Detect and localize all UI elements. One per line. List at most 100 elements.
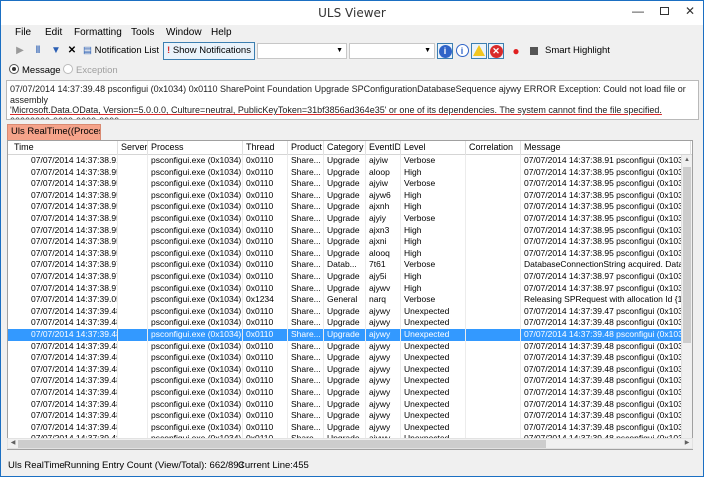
exception-radio[interactable]: Exception — [63, 64, 118, 76]
table-row-selected[interactable]: 07/07/2014 14:37:39.48 psconfigui.exe (0x… — [8, 329, 692, 341]
column-divider — [117, 155, 118, 449]
cell-product: Share... — [291, 329, 321, 339]
menu-edit[interactable]: Edit — [45, 27, 62, 38]
info-outline-button[interactable]: i — [454, 43, 470, 59]
table-row[interactable]: 07/07/2014 14:37:39.48 psconfigui.exe (0x… — [8, 306, 692, 318]
menu-tools[interactable]: Tools — [131, 27, 154, 38]
record-icon[interactable]: ● — [509, 44, 523, 58]
column-header-product[interactable]: Product — [288, 141, 324, 155]
pause-icon[interactable]: ‖ — [31, 44, 45, 58]
log-grid[interactable]: Time Server Process Thread Product Category Ev… — [7, 140, 693, 450]
column-header-level[interactable]: Level — [401, 141, 466, 155]
table-row[interactable]: 07/07/2014 14:37:38.97 psconfigui.exe (0x… — [8, 259, 692, 271]
cell-server — [118, 364, 148, 376]
close-window-button[interactable]: ✕ — [677, 1, 703, 21]
table-row[interactable]: 07/07/2014 14:37:39.48 psconfigui.exe (0x… — [8, 352, 692, 364]
table-row[interactable]: 07/07/2014 14:37:38.95 psconfigui.exe (0x… — [8, 225, 692, 237]
cell-process: psconfigui.exe (0x1034) — [151, 236, 242, 247]
column-header-server[interactable]: Server — [118, 141, 148, 155]
scroll-left-icon[interactable]: ◀ — [8, 439, 18, 448]
cell-server — [118, 306, 148, 318]
table-row[interactable]: 07/07/2014 14:37:38.95 psconfigui.exe (0x… — [8, 236, 692, 248]
cell-level: Verbose — [404, 155, 436, 165]
horizontal-scroll-thumb[interactable] — [18, 440, 546, 448]
scroll-up-icon[interactable]: ▲ — [682, 155, 692, 165]
column-header-eventid[interactable]: EventID — [366, 141, 401, 155]
warning-button[interactable] — [471, 43, 487, 59]
cell-server — [118, 271, 148, 283]
table-row[interactable]: 07/07/2014 14:37:39.48 psconfigui.exe (0x… — [8, 317, 692, 329]
message-detail-panel[interactable]: 07/07/2014 14:37:39.48 psconfigui (0x103… — [6, 80, 699, 120]
cell-category: Upgrade — [327, 387, 360, 397]
error-button[interactable]: ✕ — [488, 43, 504, 59]
menu-file[interactable]: File — [15, 27, 31, 38]
column-header-process[interactable]: Process — [148, 141, 243, 155]
cell-process: psconfigui.exe (0x1034) — [151, 363, 242, 374]
info-button[interactable]: i — [437, 43, 453, 59]
table-row[interactable]: 07/07/2014 14:37:38.95 psconfigui.exe (0x… — [8, 213, 692, 225]
cell-time: 07/07/2014 14:37:38.95 — [31, 213, 118, 223]
table-row[interactable]: 07/07/2014 14:37:38.91 psconfigui.exe (0x… — [8, 155, 692, 167]
cell-eventid: ajyiy — [369, 213, 387, 223]
table-row[interactable]: 07/07/2014 14:37:38.95 psconfigui.exe (0x… — [8, 201, 692, 213]
cell-process: psconfigui.exe (0x1034) — [151, 375, 242, 386]
column-divider — [465, 155, 466, 449]
column-header-category[interactable]: Category — [324, 141, 366, 155]
stop-icon[interactable] — [527, 44, 541, 58]
table-row[interactable]: 07/07/2014 14:37:39.48 psconfigui.exe (0x… — [8, 422, 692, 434]
cell-level: Unexpected — [404, 305, 450, 316]
vertical-scrollbar[interactable]: ▲ ▼ — [681, 155, 692, 449]
table-row[interactable]: 07/07/2014 14:37:39.48 psconfigui.exe (0x… — [8, 341, 692, 353]
table-row[interactable]: 07/07/2014 14:37:38.97 psconfigui.exe (0x… — [8, 271, 692, 283]
table-row[interactable]: 07/07/2014 14:37:39.48 psconfigui.exe (0x… — [8, 387, 692, 399]
table-row[interactable]: 07/07/2014 14:37:39.05 psconfigui.exe (0x… — [8, 294, 692, 306]
cell-time: 07/07/2014 14:37:38.95 — [31, 166, 118, 177]
show-notifications-button[interactable]: ! Show Notifications — [163, 42, 255, 60]
cell-thread: 0x0110 — [246, 213, 274, 223]
column-header-thread[interactable]: Thread — [243, 141, 288, 155]
filter-icon[interactable]: ▼ — [49, 44, 63, 58]
notification-list-button[interactable]: ▤ Notification List — [79, 42, 163, 60]
radio-empty-icon — [63, 64, 73, 74]
menu-help[interactable]: Help — [211, 27, 232, 38]
horizontal-scrollbar[interactable]: ◀ ▶ — [7, 438, 693, 449]
filter-dropdown[interactable]: ▼ — [257, 43, 347, 59]
table-row[interactable]: 07/07/2014 14:37:39.48 psconfigui.exe (0x… — [8, 410, 692, 422]
table-row[interactable]: 07/07/2014 14:37:38.95 psconfigui.exe (0x… — [8, 248, 692, 260]
menu-window[interactable]: Window — [166, 27, 202, 38]
close-icon[interactable]: ✕ — [65, 44, 79, 58]
table-row[interactable]: 07/07/2014 14:37:38.95 psconfigui.exe (0x… — [8, 167, 692, 179]
cell-time: 07/07/2014 14:37:38.97 — [31, 259, 118, 270]
table-row[interactable]: 07/07/2014 14:37:39.48 psconfigui.exe (0x… — [8, 364, 692, 376]
menu-formatting[interactable]: Formatting — [74, 27, 122, 38]
message-radio[interactable]: Message — [9, 64, 61, 76]
cell-time: 07/07/2014 14:37:39.48 — [31, 410, 118, 421]
table-row[interactable]: 07/07/2014 14:37:38.95 psconfigui.exe (0x… — [8, 190, 692, 202]
table-row[interactable]: 07/07/2014 14:37:39.48 psconfigui.exe (0x… — [8, 375, 692, 387]
column-header-correlation[interactable]: Correlation — [466, 141, 521, 155]
table-row[interactable]: 07/07/2014 14:37:38.95 psconfigui.exe (0x… — [8, 178, 692, 190]
column-header-message[interactable]: Message — [521, 141, 691, 155]
maximize-button[interactable] — [651, 1, 677, 21]
cell-server — [118, 155, 148, 167]
scroll-right-icon[interactable]: ▶ — [682, 439, 692, 448]
tab-uls-realtime[interactable]: Uls RealTime((Proces... — [7, 124, 101, 140]
table-row[interactable]: 07/07/2014 14:37:39.48 psconfigui.exe (0x… — [8, 399, 692, 411]
cell-level: High — [404, 201, 422, 212]
cell-time: 07/07/2014 14:37:38.95 — [31, 178, 118, 189]
table-row[interactable]: 07/07/2014 14:37:38.97 psconfigui.exe (0x… — [8, 283, 692, 295]
cell-correlation — [466, 410, 521, 422]
column-header-time[interactable]: Time — [11, 141, 118, 155]
cell-category: Upgrade — [327, 155, 360, 165]
warning-icon — [473, 45, 485, 56]
chevron-down-icon: ▼ — [424, 47, 431, 54]
column-divider — [400, 155, 401, 449]
play-icon[interactable]: ▶ — [13, 44, 27, 58]
vertical-scroll-thumb[interactable] — [683, 167, 691, 343]
minimize-button[interactable]: — — [625, 1, 651, 21]
smart-highlight-button[interactable]: Smart Highlight — [541, 42, 614, 60]
cell-category: Upgrade — [327, 247, 360, 258]
column-divider — [323, 155, 324, 449]
search-dropdown[interactable]: ▼ — [349, 43, 435, 59]
cell-level: Verbose — [404, 294, 436, 305]
